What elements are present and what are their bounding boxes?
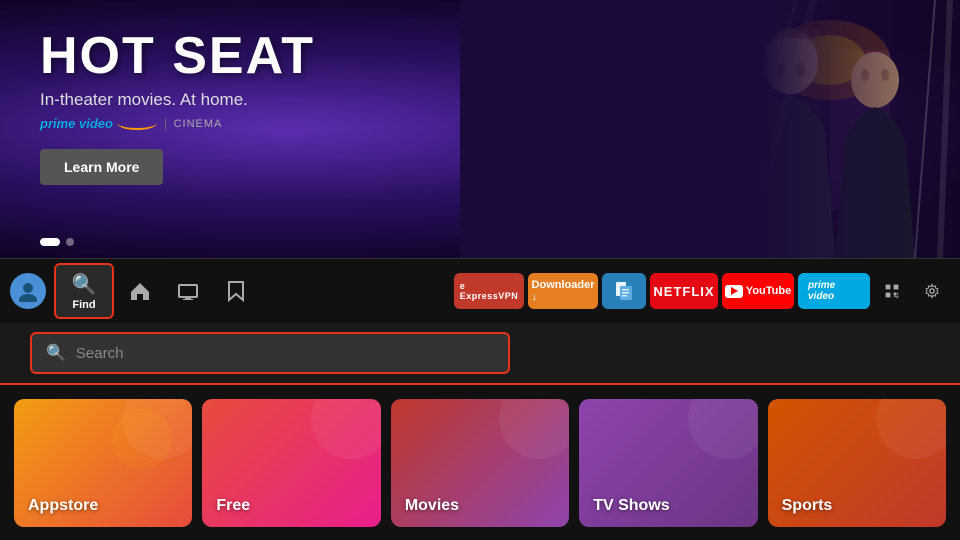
smile-icon xyxy=(117,116,157,130)
blob-decoration-2 xyxy=(112,409,172,469)
settings-button[interactable] xyxy=(914,273,950,309)
bookmark-icon xyxy=(227,280,245,302)
netflix-label: NETFLIX xyxy=(653,284,714,299)
svg-text:+: + xyxy=(895,294,899,301)
files-app[interactable] xyxy=(602,273,646,309)
bookmark-button[interactable] xyxy=(214,269,258,313)
youtube-app[interactable]: YouTube xyxy=(722,273,794,309)
blob-decoration xyxy=(311,399,381,459)
files-icon xyxy=(613,280,635,302)
free-category[interactable]: Free xyxy=(202,399,380,527)
hero-content: HOT SEAT In-theater movies. At home. pri… xyxy=(40,30,315,185)
youtube-play-box xyxy=(725,285,743,298)
user-avatar[interactable] xyxy=(10,273,46,309)
cinema-badge: CINEMA xyxy=(165,118,223,130)
search-icon: 🔍 xyxy=(72,272,97,297)
gear-icon xyxy=(924,280,940,302)
blob-decoration xyxy=(499,399,569,459)
netflix-app[interactable]: NETFLIX xyxy=(650,273,718,309)
apps-grid-button[interactable]: + xyxy=(874,273,910,309)
prime-video-logo: prime video xyxy=(40,116,157,131)
hero-dots xyxy=(40,238,74,246)
grid-icon: + xyxy=(884,281,900,301)
appstore-category[interactable]: Appstore xyxy=(14,399,192,527)
search-bar[interactable]: 🔍 Search xyxy=(30,332,510,374)
downloader-app[interactable]: Downloader ↓ xyxy=(528,273,598,309)
primevideo-app[interactable]: prime video xyxy=(798,273,870,309)
navbar: 🔍 Find e ExpressVPN Downloader ↓ xyxy=(0,258,960,323)
dot-1[interactable] xyxy=(40,238,60,246)
downloader-label: Downloader ↓ xyxy=(532,279,595,303)
tvshows-category[interactable]: TV Shows xyxy=(579,399,757,527)
tvshows-label: TV Shows xyxy=(593,497,669,515)
youtube-label: YouTube xyxy=(746,285,791,297)
categories-section: Appstore Free Movies TV Shows Sports xyxy=(0,385,960,540)
find-button[interactable]: 🔍 Find xyxy=(54,263,114,319)
movies-category[interactable]: Movies xyxy=(391,399,569,527)
sports-category[interactable]: Sports xyxy=(768,399,946,527)
youtube-logo: YouTube xyxy=(725,285,791,298)
search-icon: 🔍 xyxy=(46,343,66,363)
hero-banner: HOT SEAT In-theater movies. At home. pri… xyxy=(0,0,960,258)
appstore-label: Appstore xyxy=(28,497,98,515)
blob-decoration xyxy=(876,399,946,459)
primevideo-label: prime video xyxy=(808,280,860,302)
hero-image-overlay xyxy=(460,0,960,258)
free-label: Free xyxy=(216,497,250,515)
hero-title: HOT SEAT xyxy=(40,30,315,82)
tv-icon xyxy=(177,280,199,302)
hero-subtitle: In-theater movies. At home. xyxy=(40,90,315,110)
dot-2[interactable] xyxy=(66,238,74,246)
tv-button[interactable] xyxy=(166,269,210,313)
expressvpn-app[interactable]: e ExpressVPN xyxy=(454,273,524,309)
home-button[interactable] xyxy=(118,269,162,313)
search-section: 🔍 Search xyxy=(0,323,960,385)
learn-more-button[interactable]: Learn More xyxy=(40,149,163,185)
home-icon xyxy=(129,280,151,302)
hero-image xyxy=(460,0,960,258)
find-label: Find xyxy=(72,299,95,311)
hero-brand: prime video CINEMA xyxy=(40,116,315,131)
youtube-play-icon xyxy=(731,287,738,295)
blob-decoration xyxy=(688,399,758,459)
movies-label: Movies xyxy=(405,497,459,515)
avatar-icon xyxy=(17,280,39,302)
search-placeholder: Search xyxy=(76,345,124,362)
expressvpn-label: e ExpressVPN xyxy=(460,281,519,301)
sports-label: Sports xyxy=(782,497,833,515)
